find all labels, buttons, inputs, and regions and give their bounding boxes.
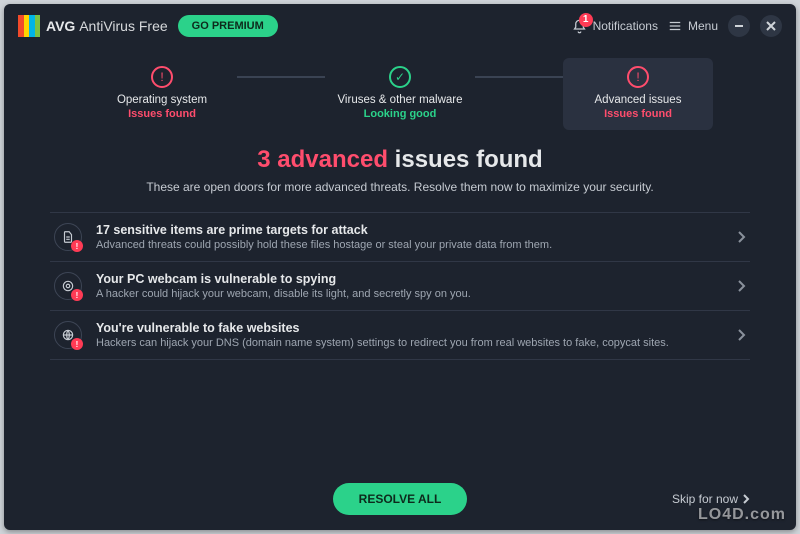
avg-logo-icon [18, 15, 40, 37]
issue-row[interactable]: ! 17 sensitive items are prime targets f… [50, 212, 750, 262]
brand-text: AVG AntiVirus Free [46, 18, 168, 34]
content-area: ! Operating system Issues found ✓ Viruse… [4, 48, 796, 468]
issue-title: You're vulnerable to fake websites [96, 321, 722, 335]
resolve-all-button[interactable]: RESOLVE ALL [333, 483, 468, 515]
camera-icon: ! [54, 272, 82, 300]
notification-badge: 1 [579, 13, 593, 27]
header-right: 1 Notifications Menu [572, 15, 782, 37]
page-subtitle: These are open doors for more advanced t… [50, 180, 750, 194]
skip-link[interactable]: Skip for now [672, 492, 750, 506]
alert-dot-icon: ! [71, 240, 83, 252]
chevron-right-icon [736, 280, 746, 292]
close-button[interactable] [760, 15, 782, 37]
brand-product: AntiVirus Free [79, 18, 167, 34]
alert-dot-icon: ! [71, 338, 83, 350]
headline-count: 3 advanced [257, 146, 388, 173]
footer: RESOLVE ALL Skip for now [4, 468, 796, 530]
brand-logo: AVG AntiVirus Free [18, 15, 168, 37]
brand-name: AVG [46, 18, 75, 34]
alert-dot-icon: ! [71, 289, 83, 301]
issue-title: Your PC webcam is vulnerable to spying [96, 272, 722, 286]
chevron-right-icon [742, 494, 750, 504]
titlebar: AVG AntiVirus Free GO PREMIUM 1 Notifica… [4, 4, 796, 48]
issue-desc: Hackers can hijack your DNS (domain name… [96, 337, 722, 349]
file-icon: ! [54, 223, 82, 251]
issue-row[interactable]: ! Your PC webcam is vulnerable to spying… [50, 262, 750, 311]
notifications-button[interactable]: 1 Notifications [572, 19, 658, 34]
globe-icon: ! [54, 321, 82, 349]
menu-label: Menu [688, 19, 718, 33]
skip-label: Skip for now [672, 492, 738, 506]
step-title: Advanced issues [595, 94, 682, 106]
step-connector [475, 76, 563, 78]
minimize-button[interactable] [728, 15, 750, 37]
check-icon: ✓ [389, 66, 411, 88]
chevron-right-icon [736, 231, 746, 243]
step-title: Operating system [117, 94, 207, 106]
step-operating-system[interactable]: ! Operating system Issues found [87, 58, 237, 130]
step-connector [237, 76, 325, 78]
step-status: Issues found [128, 108, 196, 120]
page-title: 3 advanced issues found [50, 146, 750, 174]
issue-desc: A hacker could hijack your webcam, disab… [96, 288, 722, 300]
step-status: Issues found [604, 108, 672, 120]
issue-row[interactable]: ! You're vulnerable to fake websites Hac… [50, 311, 750, 360]
hamburger-icon [668, 19, 682, 33]
alert-icon: ! [151, 66, 173, 88]
bell-icon: 1 [572, 19, 587, 34]
menu-button[interactable]: Menu [668, 19, 718, 33]
go-premium-button[interactable]: GO PREMIUM [178, 15, 278, 37]
issue-title: 17 sensitive items are prime targets for… [96, 223, 722, 237]
chevron-right-icon [736, 329, 746, 341]
app-window: AVG AntiVirus Free GO PREMIUM 1 Notifica… [4, 4, 796, 530]
step-viruses-malware[interactable]: ✓ Viruses & other malware Looking good [325, 58, 475, 130]
step-status: Looking good [364, 108, 437, 120]
headline-tail: issues found [388, 146, 543, 173]
issue-desc: Advanced threats could possibly hold the… [96, 239, 722, 251]
scan-steps: ! Operating system Issues found ✓ Viruse… [50, 58, 750, 130]
alert-icon: ! [627, 66, 649, 88]
step-title: Viruses & other malware [337, 94, 462, 106]
step-advanced-issues[interactable]: ! Advanced issues Issues found [563, 58, 713, 130]
issues-list: ! 17 sensitive items are prime targets f… [50, 212, 750, 360]
notifications-label: Notifications [593, 19, 658, 33]
